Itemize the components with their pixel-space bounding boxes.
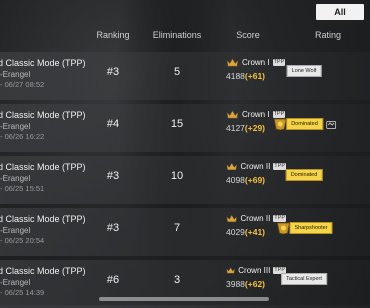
tier-label: Crown III [238,266,271,275]
replay-camera-icon[interactable] [325,120,336,129]
match-rating: Sharpshooter [275,221,333,235]
match-score: Crown III TPP 3988(+62) [226,266,286,289]
match-eliminations: 10 [170,170,184,182]
match-rating: Dominated [272,117,336,131]
match-eliminations: 15 [170,118,184,130]
match-date: - 06/26 16:22 [0,132,45,141]
match-row[interactable]: d Classic Mode (TPP) -Erangel - 06/26 16:2… [0,104,370,152]
match-eliminations: 5 [173,66,181,78]
match-map: -Erangel [0,226,31,235]
score-delta: (+29) [244,123,266,133]
match-mode: d Classic Mode (TPP) [0,214,86,224]
match-mode: d Classic Mode (TPP) [0,110,86,120]
rating-badge: Sharpshooter [289,222,333,234]
crown-icon [226,110,239,119]
tier-label: Crown I [242,110,270,119]
match-ranking: #4 [106,118,120,130]
match-map: -Erangel [0,70,31,79]
match-ranking: #3 [106,66,120,78]
tier-label: Crown II [240,162,271,171]
score-points: 3988 [226,279,245,289]
match-row[interactable]: d Classic Mode (TPP) -Erangel - 06/25 15:5… [0,156,370,204]
crown-icon [226,162,238,171]
header-rating: Rating [314,30,342,40]
match-rating: Dominated [285,169,323,181]
header-score: Score [236,30,260,40]
match-eliminations: 3 [173,274,181,286]
tier-label: Crown I [242,58,270,67]
medal-icon [273,118,287,131]
match-mode: d Classic Mode (TPP) [0,58,86,68]
match-rating: Lone Wolf [286,65,322,77]
match-map: -Erangel [0,174,31,183]
header-eliminations: Eliminations [152,30,202,40]
match-mode: d Classic Mode (TPP) [0,162,86,172]
rating-badge: Dominated [285,169,323,181]
tier-label: Crown II [240,214,271,223]
match-eliminations: 7 [173,222,181,234]
crown-icon [226,267,235,274]
match-date: - 06/25 20:54 [0,236,45,245]
crown-icon [226,214,238,223]
rating-badge: Tactical Expert [281,273,327,285]
table-header: Ranking Eliminations Score Rating [0,30,370,46]
score-points: 4127 [226,123,245,133]
match-ranking: #6 [106,274,120,286]
score-points: 4029 [226,227,245,237]
tpp-icon: TPP [272,59,286,66]
match-date: - 06/25 15:51 [0,184,45,193]
match-row[interactable]: d Classic Mode (TPP) -Erangel - 06/25 20:5… [0,208,370,256]
match-score: Crown I TPP 4188(+61) [226,58,286,81]
match-mode: d Classic Mode (TPP) [0,266,86,276]
filter-all-button[interactable]: All [316,4,364,20]
rating-badge: Dominated [286,118,323,130]
medal-icon [276,222,290,235]
match-map: -Erangel [0,278,31,287]
match-score: Crown II TPP 4098(+69) [226,162,286,185]
match-rating: Tactical Expert [281,273,327,285]
score-delta: (+69) [244,175,266,185]
score-delta: (+61) [244,71,266,81]
match-ranking: #3 [106,170,120,182]
score-points: 4098 [226,175,245,185]
match-date: - 06/27 08:52 [0,80,45,89]
rating-badge: Lone Wolf [286,65,322,77]
score-points: 4188 [226,71,245,81]
scrollbar[interactable] [99,297,269,301]
match-row[interactable]: d Classic Mode (TPP) -Erangel - 06/27 08:5… [0,52,370,100]
match-ranking: #3 [106,222,120,234]
score-delta: (+62) [244,279,266,289]
crown-icon [226,58,239,67]
match-date: - 06/25 14:39 [0,288,45,297]
header-ranking: Ranking [96,30,130,40]
score-delta: (+41) [244,227,266,237]
tpp-icon: TPP [273,163,286,170]
match-map: -Erangel [0,122,31,131]
